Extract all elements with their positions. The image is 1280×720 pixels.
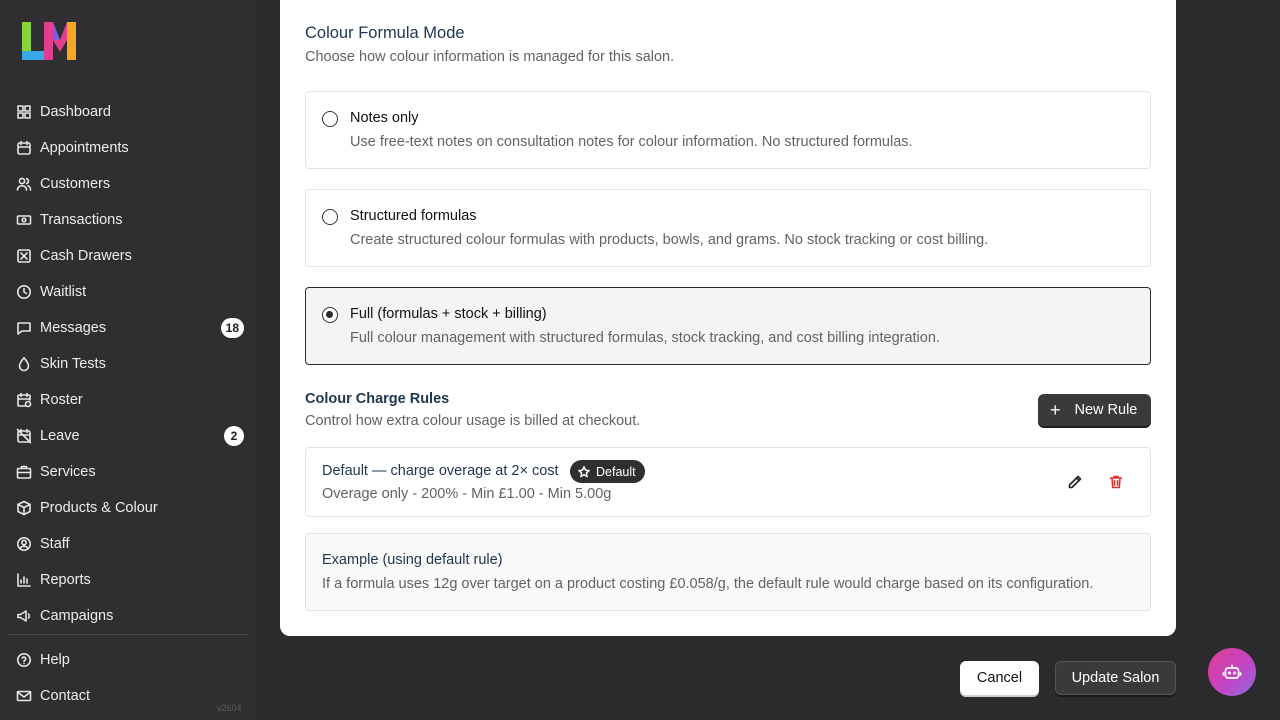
default-badge: Default	[570, 460, 645, 483]
option-title: Notes only	[350, 110, 419, 126]
example-title: Example (using default rule)	[322, 552, 503, 568]
sidebar-item-contact[interactable]: Contact	[8, 680, 248, 712]
sidebar-item-skin-tests[interactable]: Skin Tests	[8, 348, 248, 380]
formula-mode-option-structured[interactable]: Structured formulas Create structured co…	[305, 189, 1151, 267]
users-icon	[16, 176, 32, 192]
briefcase-icon	[16, 464, 32, 480]
sidebar-item-label: Customers	[40, 176, 111, 192]
chat-icon	[16, 320, 32, 336]
charge-rule-row: Default — charge overage at 2× cost Defa…	[305, 447, 1151, 517]
radio-structured-formulas[interactable]	[322, 209, 338, 225]
bot-icon	[1222, 664, 1242, 679]
sidebar-item-label: Roster	[40, 392, 83, 408]
sidebar-item-label: Products & Colour	[40, 500, 158, 516]
formula-mode-subtitle: Choose how colour information is managed…	[305, 49, 675, 65]
option-description: Use free-text notes on consultation note…	[350, 134, 913, 150]
app-version: v2604	[217, 703, 242, 713]
radio-notes-only[interactable]	[322, 111, 338, 127]
grid-icon	[16, 104, 32, 120]
sidebar-item-roster[interactable]: Roster	[8, 384, 248, 416]
sidebar-item-dashboard[interactable]: Dashboard	[8, 96, 248, 128]
droplet-icon	[16, 356, 32, 372]
help-circle-icon	[16, 652, 32, 668]
option-title: Structured formulas	[350, 208, 477, 224]
default-badge-label: Default	[596, 464, 636, 479]
sidebar-item-label: Transactions	[40, 212, 123, 228]
sidebar-item-label: Campaigns	[40, 608, 114, 624]
sidebar-item-label: Waitlist	[40, 284, 87, 300]
formula-mode-option-notes-only[interactable]: Notes only Use free-text notes on consul…	[305, 91, 1151, 169]
option-description: Create structured colour formulas with p…	[350, 232, 989, 248]
sidebar-item-leave[interactable]: Leave 2	[8, 420, 248, 452]
sidebar-item-label: Staff	[40, 536, 70, 552]
clock-icon	[16, 284, 32, 300]
banknote-icon	[16, 212, 32, 228]
colour-settings-card: Colour Formula Mode Choose how colour in…	[280, 0, 1176, 636]
sidebar-item-label: Cash Drawers	[40, 248, 132, 264]
sidebar-item-staff[interactable]: Staff	[8, 528, 248, 560]
sidebar-item-help[interactable]: Help	[8, 644, 248, 676]
sidebar-item-reports[interactable]: Reports	[8, 564, 248, 596]
bar-chart-icon	[16, 572, 32, 588]
sidebar-item-label: Messages	[40, 320, 107, 336]
sidebar-item-label: Skin Tests	[40, 356, 106, 372]
plus-icon: +	[1050, 400, 1061, 420]
sidebar-item-cash-drawers[interactable]: Cash Drawers	[8, 240, 248, 272]
star-icon	[578, 465, 590, 478]
new-rule-label: New Rule	[1074, 402, 1138, 418]
sidebar-item-label: Services	[40, 464, 96, 480]
leave-count-badge: 2	[224, 426, 244, 446]
sidebar-item-appointments[interactable]: Appointments	[8, 132, 248, 164]
sidebar-item-label: Leave	[40, 428, 80, 444]
sidebar-item-services[interactable]: Services	[8, 456, 248, 488]
calendar-icon	[16, 140, 32, 156]
messages-count-badge: 18	[220, 318, 244, 338]
sidebar-item-label: Reports	[40, 572, 91, 588]
sidebar-item-label: Help	[40, 652, 70, 668]
sidebar-item-label: Dashboard	[40, 104, 111, 120]
formula-mode-option-full[interactable]: Full (formulas + stock + billing) Full c…	[305, 287, 1151, 365]
sidebar-item-campaigns[interactable]: Campaigns	[8, 600, 248, 632]
rule-description: Overage only - 200% - Min £1.00 - Min 5.…	[322, 486, 612, 502]
megaphone-icon	[16, 608, 32, 624]
example-text: If a formula uses 12g over target on a p…	[322, 576, 1094, 592]
charge-rules-title: Colour Charge Rules	[305, 391, 450, 407]
new-rule-button[interactable]: + New Rule	[1038, 394, 1151, 426]
charge-rules-subtitle: Control how extra colour usage is billed…	[305, 413, 641, 429]
option-title: Full (formulas + stock + billing)	[350, 306, 547, 322]
user-circle-icon	[16, 536, 32, 552]
cancel-button[interactable]: Cancel	[960, 661, 1039, 695]
sidebar-divider	[8, 634, 248, 635]
formula-mode-title: Colour Formula Mode	[305, 24, 465, 42]
delete-rule-button[interactable]	[1107, 473, 1125, 491]
calendar-clock-icon	[16, 392, 32, 408]
edit-rule-button[interactable]	[1066, 473, 1084, 491]
example-box: Example (using default rule) If a formul…	[305, 533, 1151, 611]
sidebar: Dashboard Appointments Customers Transac…	[0, 0, 256, 720]
package-icon	[16, 500, 32, 516]
sidebar-item-label: Contact	[40, 688, 90, 704]
assistant-bot-button[interactable]	[1208, 648, 1256, 696]
rule-title: Default — charge overage at 2× cost	[322, 463, 559, 479]
mail-icon	[16, 688, 32, 704]
update-salon-button[interactable]: Update Salon	[1055, 661, 1176, 695]
sidebar-item-label: Appointments	[40, 140, 129, 156]
trash-icon	[1109, 475, 1123, 489]
sidebar-item-customers[interactable]: Customers	[8, 168, 248, 200]
sidebar-item-messages[interactable]: Messages 18	[8, 312, 248, 344]
pencil-icon	[1068, 475, 1082, 489]
option-description: Full colour management with structured f…	[350, 330, 940, 346]
sidebar-item-transactions[interactable]: Transactions	[8, 204, 248, 236]
radio-full[interactable]	[322, 307, 338, 323]
lm-logo-icon[interactable]	[22, 22, 76, 60]
sidebar-item-products-colour[interactable]: Products & Colour	[8, 492, 248, 524]
calendar-off-icon	[16, 428, 32, 444]
box-x-icon	[16, 248, 32, 264]
sidebar-item-waitlist[interactable]: Waitlist	[8, 276, 248, 308]
